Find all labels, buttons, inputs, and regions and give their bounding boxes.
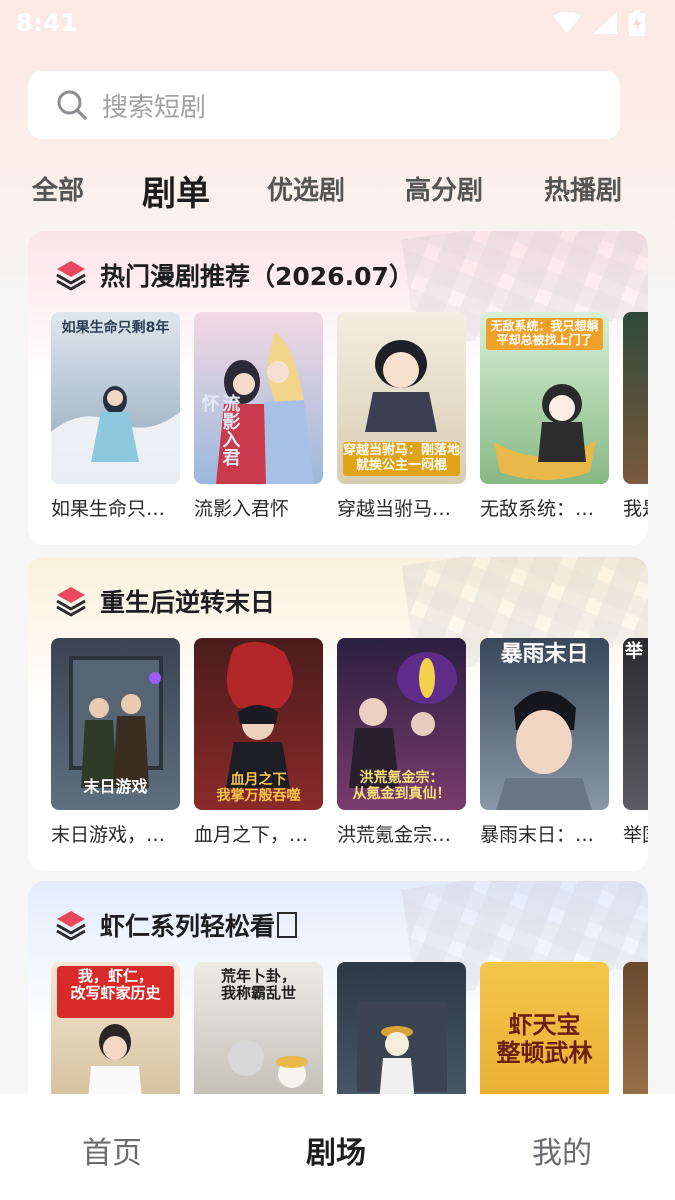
drama-card[interactable]: 流影入君怀 流影入君怀 bbox=[194, 312, 323, 521]
drama-card[interactable]: 举 举国 bbox=[623, 638, 648, 847]
drama-title: 无敌系统：我只想躺平却总被找上门了 bbox=[480, 498, 609, 520]
cover-title: 流影入君怀 bbox=[198, 394, 241, 466]
drama-cover: 流影入君怀 bbox=[194, 312, 323, 484]
nav-theater[interactable]: 剧场 bbox=[306, 1128, 366, 1172]
search-input[interactable]: 搜索短剧 bbox=[28, 71, 620, 139]
drama-card[interactable]: 我是 bbox=[623, 312, 648, 521]
drama-card[interactable]: 我，虾仁， 改写虾家历史 bbox=[51, 962, 180, 1094]
drama-card[interactable]: 穿越当驸马：刚落地就挨公主一闷棍 穿越当驸马：刚落地就挨公主一闷棍 bbox=[337, 312, 466, 521]
cover-title: 举 bbox=[625, 641, 643, 662]
tab-trending[interactable]: 热播剧 bbox=[544, 170, 622, 207]
cover-title: 荒年卜卦， 我称霸乱世 bbox=[220, 967, 296, 1003]
cover-title: 穿越当驸马：刚落地就挨公主一闷棍 bbox=[343, 442, 460, 476]
drama-title: 举国 bbox=[623, 824, 648, 846]
cover-title: 虾天宝 整顿武林 bbox=[496, 1011, 593, 1067]
drama-title: 暴雨末日：我解锁无限背包 bbox=[480, 824, 609, 846]
drama-title: 洪荒氪金宗：从氪金到真仙 bbox=[337, 824, 466, 846]
cover-title: 如果生命只剩8年 bbox=[61, 320, 170, 336]
card-row[interactable]: 如果生命只剩8年 如果生命只剩8年 流影入君怀 流影入君怀 bbox=[51, 312, 648, 522]
tab-selected[interactable]: 优选剧 bbox=[267, 170, 345, 207]
nav-home[interactable]: 首页 bbox=[82, 1128, 142, 1172]
section-header[interactable]: 虾仁系列轻松看 bbox=[54, 905, 298, 945]
section-header[interactable]: 重生后逆转末日 bbox=[54, 581, 275, 621]
section-title: 虾仁系列轻松看 bbox=[100, 912, 276, 941]
missing-glyph-icon bbox=[277, 912, 298, 938]
drama-card[interactable] bbox=[337, 962, 466, 1094]
battery-charging-icon bbox=[629, 10, 645, 36]
playlist-section[interactable]: 虾仁系列轻松看 我，虾仁， 改写虾家历史 荒年卜卦， 我称霸乱世 虾天宝 整顿武… bbox=[28, 881, 648, 1094]
drama-cover: 血月之下 我掌万般吞噬 bbox=[194, 638, 323, 810]
drama-cover: 末日游戏 bbox=[51, 638, 180, 810]
drama-card[interactable]: 洪荒氪金宗： 从氪金到真仙！ 洪荒氪金宗：从氪金到真仙 bbox=[337, 638, 466, 847]
tab-all[interactable]: 全部 bbox=[32, 170, 84, 207]
drama-title: 血月之下，我掌万般吞噬 bbox=[194, 824, 323, 846]
drama-cover: 举 bbox=[623, 638, 648, 810]
layers-icon bbox=[54, 584, 88, 618]
cover-title: 洪荒氪金宗： 从氪金到真仙！ bbox=[352, 769, 451, 802]
drama-cover: 洪荒氪金宗： 从氪金到真仙！ bbox=[337, 638, 466, 810]
cover-title: 血月之下 我掌万般吞噬 bbox=[216, 771, 301, 804]
cover-title: 暴雨末日 bbox=[500, 642, 589, 667]
playlist-feed[interactable]: 热门漫剧推荐（2026.07） 如果生命只剩8年 如果生命只剩8年 bbox=[0, 228, 675, 1094]
drama-cover: 穿越当驸马：刚落地就挨公主一闷棍 bbox=[337, 312, 466, 484]
drama-card[interactable]: 血月之下 我掌万般吞噬 血月之下，我掌万般吞噬 bbox=[194, 638, 323, 847]
drama-cover: 荒年卜卦， 我称霸乱世 bbox=[194, 962, 323, 1094]
drama-cover: 我，虾仁， 改写虾家历史 bbox=[51, 962, 180, 1094]
cover-title: 无敌系统：我只想躺平却总被找上门了 bbox=[486, 318, 603, 350]
drama-title: 穿越当驸马：刚落地就挨公主一闷棍 bbox=[337, 498, 466, 520]
drama-card[interactable]: 无敌系统：我只想躺平却总被找上门了 无敌系统：我只想躺平却总被找上门了 bbox=[480, 312, 609, 521]
drama-card[interactable]: 暴雨末日 暴雨末日：我解锁无限背包 bbox=[480, 638, 609, 847]
section-title: 重生后逆转末日 bbox=[100, 588, 276, 617]
playlist-section[interactable]: 重生后逆转末日 末日游戏 末日游戏，我的避难所能无限升级 bbox=[28, 557, 648, 871]
section-header[interactable]: 热门漫剧推荐（2026.07） bbox=[54, 255, 414, 295]
bottom-navigation: 首页 剧场 我的 bbox=[0, 1094, 675, 1200]
drama-cover: 如果生命只剩8年 bbox=[51, 312, 180, 484]
drama-cover bbox=[337, 962, 466, 1094]
card-row[interactable]: 末日游戏 末日游戏，我的避难所能无限升级 血月之下 我掌万般吞噬 血月之下，我掌… bbox=[51, 638, 648, 848]
tab-top-rated[interactable]: 高分剧 bbox=[405, 170, 483, 207]
drama-card[interactable]: 虾天宝 整顿武林 bbox=[480, 962, 609, 1094]
search-icon bbox=[56, 89, 88, 121]
status-time: 8:41 bbox=[16, 9, 78, 37]
section-title: 热门漫剧推荐（2026.07） bbox=[100, 262, 414, 291]
nav-profile[interactable]: 我的 bbox=[532, 1128, 592, 1172]
status-icons bbox=[553, 10, 645, 36]
drama-card[interactable]: 如果生命只剩8年 如果生命只剩8年 bbox=[51, 312, 180, 521]
drama-title: 末日游戏，我的避难所能无限升级 bbox=[51, 824, 180, 846]
drama-cover bbox=[623, 312, 648, 484]
drama-cover: 虾天宝 整顿武林 bbox=[480, 962, 609, 1094]
layers-icon bbox=[54, 258, 88, 292]
playlist-section[interactable]: 热门漫剧推荐（2026.07） 如果生命只剩8年 如果生命只剩8年 bbox=[28, 231, 648, 545]
drama-card[interactable] bbox=[623, 962, 648, 1094]
cover-title: 我，虾仁， 改写虾家历史 bbox=[70, 967, 161, 1003]
drama-title: 流影入君怀 bbox=[194, 498, 290, 520]
cellular-signal-icon bbox=[593, 12, 617, 34]
drama-cover bbox=[623, 962, 648, 1094]
card-row[interactable]: 我，虾仁， 改写虾家历史 荒年卜卦， 我称霸乱世 虾天宝 整顿武林 bbox=[51, 962, 648, 1094]
drama-title: 我是 bbox=[623, 498, 648, 520]
status-bar: 8:41 bbox=[0, 0, 675, 46]
category-tabs: 全部 剧单 优选剧 高分剧 热播剧 bbox=[0, 160, 675, 220]
drama-title: 如果生命只剩8年 bbox=[51, 498, 180, 520]
drama-card[interactable]: 荒年卜卦， 我称霸乱世 bbox=[194, 962, 323, 1094]
drama-cover: 暴雨末日 bbox=[480, 638, 609, 810]
search-placeholder: 搜索短剧 bbox=[102, 92, 207, 123]
drama-cover: 无敌系统：我只想躺平却总被找上门了 bbox=[480, 312, 609, 484]
cover-title: 末日游戏 bbox=[83, 776, 148, 796]
layers-icon bbox=[54, 908, 88, 942]
tab-playlists[interactable]: 剧单 bbox=[142, 166, 210, 215]
wifi-icon bbox=[553, 12, 581, 34]
drama-card[interactable]: 末日游戏 末日游戏，我的避难所能无限升级 bbox=[51, 638, 180, 847]
